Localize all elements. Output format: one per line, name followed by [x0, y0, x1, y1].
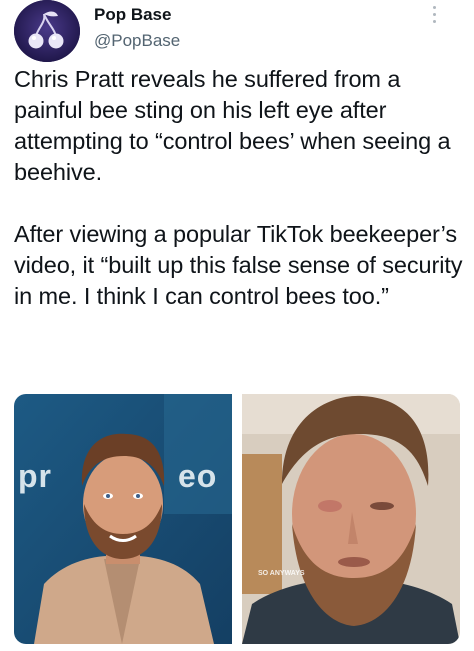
photo-selfie[interactable]: SO ANYWAYS: [242, 394, 460, 644]
photo-overlay-text-b: eo: [178, 458, 218, 494]
author-name[interactable]: Pop Base: [94, 5, 171, 25]
tweet-header: Pop Base @PopBase: [0, 0, 474, 64]
avatar[interactable]: [14, 0, 80, 62]
author-handle[interactable]: @PopBase: [94, 31, 180, 51]
tweet-media: pr eo SO ANYWAYS: [14, 394, 460, 644]
photo-overlay-text-a: pr: [18, 458, 52, 494]
cherries-logo-icon: [14, 0, 80, 62]
more-vertical-icon[interactable]: [428, 6, 440, 30]
photo-red-carpet-image: [14, 394, 232, 644]
photo-red-carpet[interactable]: pr eo: [14, 394, 232, 644]
photo-caption: SO ANYWAYS: [258, 570, 305, 577]
tweet-text: Chris Pratt reveals he suffered from a p…: [14, 66, 463, 309]
photo-selfie-image: [242, 394, 460, 644]
